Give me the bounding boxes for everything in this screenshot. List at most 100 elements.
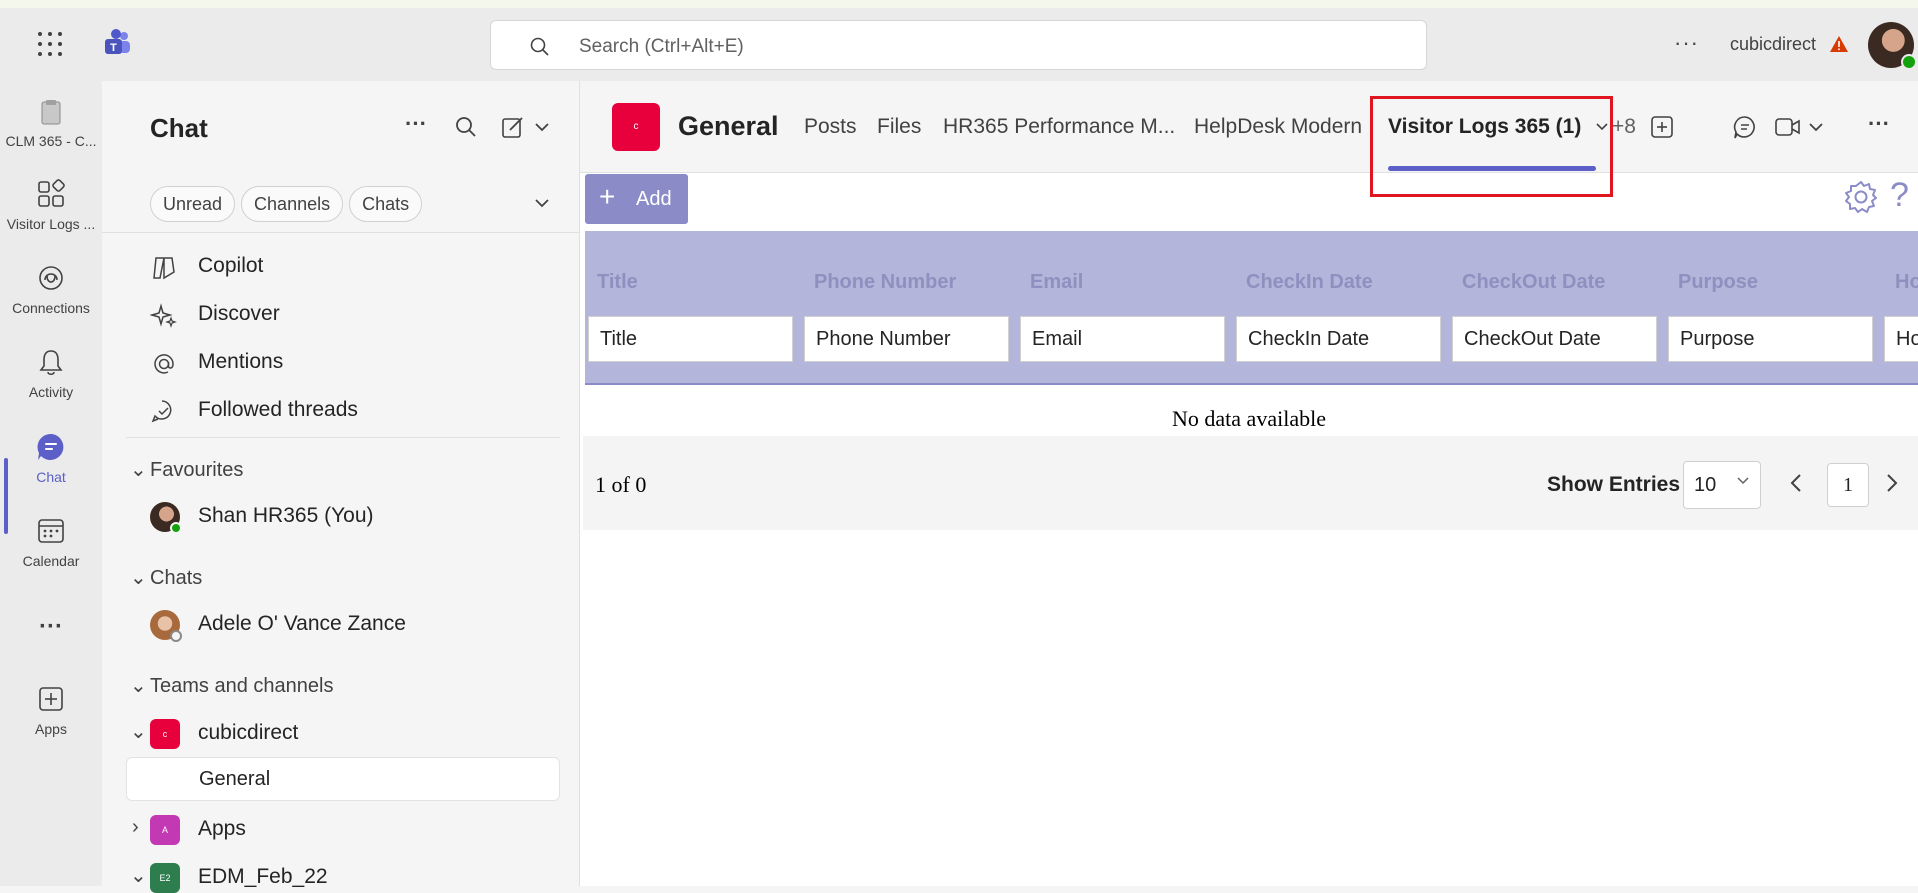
add-button[interactable]: + Add [585, 174, 688, 224]
filter-chats[interactable]: Chats [349, 186, 423, 222]
add-label: Add [636, 188, 672, 210]
chevron-down-icon [1737, 477, 1749, 485]
conversation-icon[interactable] [1732, 114, 1758, 140]
new-chat-icon[interactable] [500, 114, 526, 140]
chevron-down-icon[interactable] [534, 197, 550, 209]
chat-icon [37, 433, 64, 460]
column-phone-number: Phone Number [814, 271, 957, 293]
rail-item-activity[interactable]: Activity [0, 346, 102, 400]
settings-gear-icon[interactable] [1843, 179, 1879, 215]
rail-item-label: Connections [12, 300, 90, 316]
rail-item-label: Chat [36, 469, 66, 485]
rail-item-chat[interactable]: Chat [0, 431, 102, 485]
entries-value: 10 [1694, 474, 1717, 496]
app-launcher-icon[interactable] [38, 32, 64, 58]
pagination-bar: 1 of 0 Show Entries 10 1 [583, 436, 1918, 530]
quick-link-label: Copilot [198, 254, 264, 277]
main-area: c General Posts Files HR365 Performance … [580, 81, 1918, 886]
clipboard-icon [41, 100, 61, 125]
bell-icon [39, 350, 63, 376]
filter-checkout-date-input[interactable]: CheckOut Date [1452, 316, 1657, 362]
search-box[interactable]: Search (Ctrl+Alt+E) [490, 20, 1427, 70]
presence-offline-icon [170, 630, 182, 642]
apps-grid-icon [38, 179, 65, 207]
filter-title-input[interactable]: Title [588, 316, 793, 362]
channel-item-general[interactable]: General [126, 757, 560, 801]
channel-logo: c [612, 103, 660, 151]
channel-label: General [199, 768, 271, 790]
section-teams-and-channels[interactable]: ⌄ Teams and channels [130, 673, 333, 698]
more-tabs-button[interactable]: +8 [1612, 115, 1636, 139]
chat-filters: Unread Channels Chats [150, 186, 423, 222]
channel-more-button[interactable]: ··· [1868, 111, 1890, 137]
rail-item-calendar[interactable]: Calendar [0, 515, 102, 569]
filter-checkin-date-input[interactable]: CheckIn Date [1236, 316, 1441, 362]
presence-available-icon [1901, 54, 1917, 70]
filter-phone-number-input[interactable]: Phone Number [804, 316, 1009, 362]
title-bar: T Search (Ctrl+Alt+E) ··· cubicdirect [0, 8, 1918, 81]
tab-hr365-performance[interactable]: HR365 Performance M... [943, 115, 1175, 139]
search-icon[interactable] [454, 115, 478, 139]
team-label: Apps [198, 817, 246, 840]
quick-link-label: Mentions [198, 350, 284, 373]
video-call-icon[interactable] [1774, 116, 1802, 138]
rail-item-visitor-logs[interactable]: Visitor Logs ... [0, 178, 102, 232]
filter-channels[interactable]: Channels [241, 186, 344, 222]
column-email: Email [1030, 271, 1084, 293]
empty-state-text: No data available [1172, 406, 1326, 431]
filter-purpose-input[interactable]: Purpose [1668, 316, 1873, 362]
entries-select[interactable]: 10 [1683, 461, 1761, 509]
rail-item-apps[interactable]: Apps [0, 683, 102, 737]
section-label: Favourites [150, 459, 244, 481]
chat-panel-title: Chat [150, 113, 208, 143]
tab-helpdesk-modern[interactable]: HelpDesk Modern [1194, 115, 1362, 139]
top-strip [0, 0, 1918, 8]
rail-item-label: CLM 365 - C... [5, 133, 97, 149]
filter-email-input[interactable]: Email [1020, 316, 1225, 362]
warning-icon[interactable] [1829, 34, 1849, 54]
team-badge: A [150, 815, 180, 845]
divider [102, 232, 580, 233]
column-host: Ho [1895, 271, 1918, 293]
section-chats[interactable]: ⌄ Chats [130, 565, 202, 590]
rail-item-connections[interactable]: Connections [0, 262, 102, 316]
previous-page-icon[interactable] [1789, 472, 1803, 494]
add-app-icon [39, 687, 63, 711]
team-badge: c [150, 719, 180, 749]
help-icon[interactable]: ? [1890, 176, 1909, 215]
section-label: Teams and channels [150, 675, 334, 697]
chevron-down-icon[interactable] [534, 121, 550, 133]
next-page-icon[interactable] [1885, 472, 1899, 494]
sparkle-icon [150, 303, 177, 328]
calendar-icon [38, 519, 64, 543]
current-page[interactable]: 1 [1827, 463, 1869, 507]
quick-link-label: Followed threads [198, 398, 358, 421]
rail-item-clm365[interactable]: CLM 365 - C... [0, 97, 102, 149]
highlight-box [1370, 96, 1613, 197]
column-checkout-date: CheckOut Date [1462, 271, 1606, 293]
add-tab-icon[interactable] [1650, 115, 1674, 139]
org-name[interactable]: cubicdirect [1730, 34, 1816, 55]
channel-header: c General Posts Files HR365 Performance … [580, 81, 1918, 173]
connections-icon [39, 266, 63, 290]
section-favourites[interactable]: ⌄ Favourites [130, 457, 243, 482]
chat-more-button[interactable]: ··· [405, 111, 427, 137]
plus-icon: + [599, 181, 616, 212]
filter-unread[interactable]: Unread [150, 186, 236, 222]
chevron-down-icon[interactable] [1808, 121, 1824, 133]
tab-posts[interactable]: Posts [804, 115, 857, 139]
rail-item-label: Calendar [22, 553, 80, 569]
divider [126, 437, 560, 438]
rail-more-apps-button[interactable]: ··· [0, 613, 102, 641]
search-placeholder: Search (Ctrl+Alt+E) [579, 36, 744, 57]
copilot-icon [153, 257, 175, 280]
tab-files[interactable]: Files [877, 115, 921, 139]
user-avatar[interactable] [1868, 22, 1917, 70]
column-purpose: Purpose [1678, 271, 1759, 293]
channel-name: General [678, 111, 779, 141]
column-title: Title [597, 271, 638, 293]
teams-logo-icon: T [105, 29, 130, 54]
app-rail: CLM 365 - C... Visitor Logs ... Connecti… [0, 81, 102, 886]
more-options-button[interactable]: ··· [1674, 30, 1699, 56]
filter-host-input[interactable]: Ho [1884, 316, 1918, 362]
